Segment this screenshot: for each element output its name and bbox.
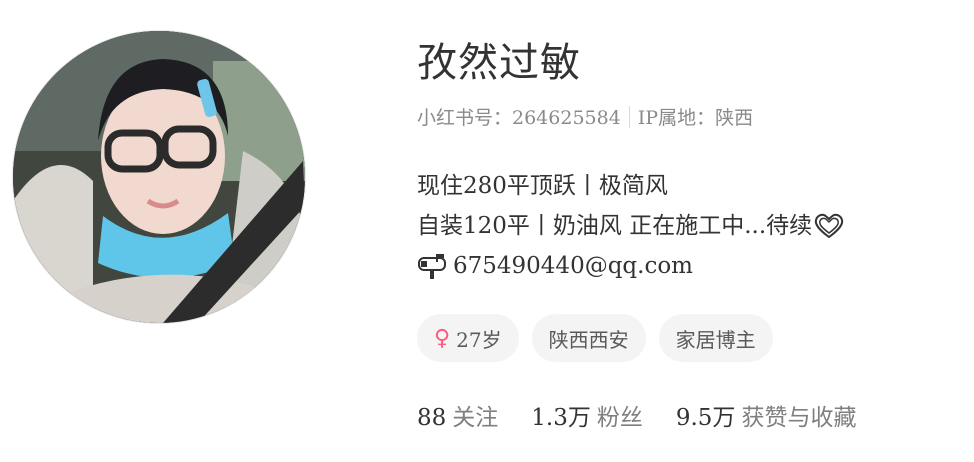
mailbox-icon [418,254,446,279]
stat-followers-count: 1.3万 [531,405,591,431]
stat-following[interactable]: 88 关注 [417,398,498,432]
female-icon: ♀ [434,325,451,351]
stat-following-count: 88 [417,405,447,431]
avatar[interactable] [12,30,306,324]
stat-following-label: 关注 [452,405,499,431]
tag-category-label: 家居博主 [675,327,756,352]
heart-outline-icon [814,213,844,239]
profile-meta: 小红书号：264625584 IP属地：陕西 [417,103,753,130]
red-id: 小红书号：264625584 [417,107,621,129]
profile-stats: 88 关注 1.3万 粉丝 9.5万 获赞与收藏 [417,398,889,432]
bio-line-2: 自装120平丨奶油风 正在施工中...待续 [417,206,844,246]
tag-age[interactable]: ♀ 27岁 [417,314,519,362]
ip-location: IP属地：陕西 [637,107,754,129]
bio-line-3: 675490440@qq.com [417,246,844,286]
bio-text-2: 自装120平丨奶油风 正在施工中...待续 [417,213,813,239]
stat-followers-label: 粉丝 [596,405,643,431]
stat-likes-collects[interactable]: 9.5万 获赞与收藏 [676,398,857,432]
tag-age-label: 27岁 [456,327,502,352]
meta-divider [628,106,630,128]
profile-tags: ♀ 27岁 陕西西安 家居博主 [417,314,773,362]
profile-bio: 现住280平顶跃丨极简风 自装120平丨奶油风 正在施工中...待续 67549… [417,166,844,286]
tag-location[interactable]: 陕西西安 [531,314,646,362]
bio-email: 675490440@qq.com [453,253,693,279]
profile-info: 孜然过敏 小红书号：264625584 IP属地：陕西 现住280平顶跃丨极简风 … [417,0,974,462]
stat-followers[interactable]: 1.3万 粉丝 [531,398,643,432]
profile-nickname: 孜然过敏 [417,40,581,86]
tag-category[interactable]: 家居博主 [658,314,773,362]
bio-line-1: 现住280平顶跃丨极简风 [417,166,844,206]
stat-likes-label: 获赞与收藏 [741,405,857,431]
stat-likes-count: 9.5万 [675,405,736,431]
tag-location-label: 陕西西安 [548,327,629,352]
avatar-image [13,31,305,323]
bio-text-1: 现住280平顶跃丨极简风 [417,173,668,199]
